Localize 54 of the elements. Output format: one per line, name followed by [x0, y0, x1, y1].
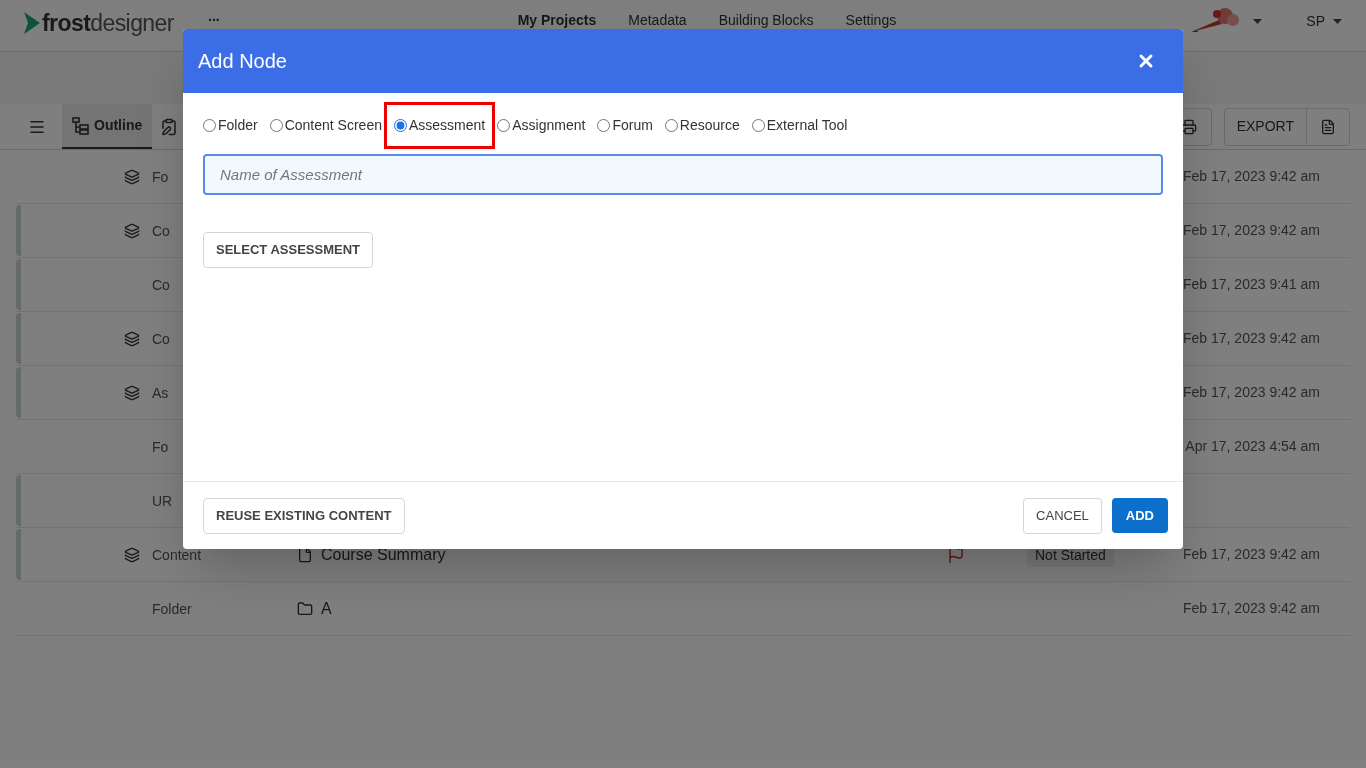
row-date: Feb 17, 2023 9:42 am [1183, 167, 1320, 186]
row-type: Folder [152, 600, 192, 617]
logo-text: frostdesigner [42, 9, 174, 38]
radio-button[interactable] [751, 118, 765, 132]
outline-icon [72, 116, 90, 135]
edit-icon[interactable] [160, 117, 179, 136]
reuse-content-button[interactable]: REUSE EXISTING CONTENT [203, 497, 405, 534]
logo-icon [24, 12, 40, 35]
name-field[interactable]: Name of Assessment [203, 154, 1163, 195]
row-date: Feb 17, 2023 9:42 am [1183, 221, 1320, 240]
radio-button[interactable] [269, 118, 283, 132]
type-radio[interactable]: External Tool [751, 114, 854, 136]
dialog-title: Add Node [198, 49, 287, 74]
row-type: Content [152, 546, 202, 563]
nav-link[interactable]: Metadata [628, 10, 687, 31]
row-type: Fo [152, 168, 169, 185]
radio-button[interactable] [497, 118, 511, 132]
type-radio[interactable]: Resource [664, 114, 746, 136]
type-radio[interactable]: Forum [597, 114, 659, 136]
nav-link[interactable]: My Projects [517, 10, 597, 31]
row-date: Feb 17, 2023 9:42 am [1183, 383, 1320, 402]
outline-tab[interactable]: Outline [62, 104, 153, 149]
row-type: Fo [152, 438, 169, 455]
folder-icon [297, 600, 313, 617]
row-date: Feb 17, 2023 9:42 am [1183, 329, 1320, 348]
row-date: Feb 17, 2023 9:42 am [1183, 599, 1320, 618]
row-name[interactable]: A [321, 596, 332, 621]
row-type: Co [152, 330, 170, 347]
more-button[interactable]: ... [200, 6, 228, 27]
row-type: Co [152, 222, 170, 239]
print-icon [1180, 118, 1197, 135]
radio-button[interactable] [664, 118, 678, 132]
user-menu[interactable]: SP [1306, 10, 1342, 32]
cancel-button[interactable]: CANCEL [1023, 497, 1102, 534]
row-date: Apr 17, 2023 4:54 am [1185, 437, 1320, 456]
radio-button[interactable] [394, 118, 407, 132]
type-radio[interactable]: Folder [203, 114, 264, 136]
add-button[interactable]: ADD [1111, 498, 1168, 533]
radio-button[interactable] [597, 118, 611, 132]
row-type: As [152, 384, 169, 401]
document-icon [1320, 118, 1336, 135]
radio-button[interactable] [203, 118, 216, 132]
row-date: Feb 17, 2023 9:41 am [1183, 275, 1320, 294]
select-assessment-button[interactable]: SELECT ASSESSMENT [203, 232, 373, 268]
row-type: UR [152, 492, 173, 509]
caret-icon [1333, 18, 1342, 24]
nav-link[interactable]: Settings [845, 10, 897, 31]
caret-icon [1253, 18, 1263, 24]
row-date: Feb 17, 2023 9:42 am [1183, 545, 1320, 564]
row-type: Co [152, 276, 170, 293]
page-icon [297, 546, 313, 563]
type-radio[interactable]: Assignment [497, 114, 592, 136]
type-radio[interactable]: Assessment [384, 101, 496, 149]
nav-link[interactable]: Building Blocks [718, 10, 814, 31]
